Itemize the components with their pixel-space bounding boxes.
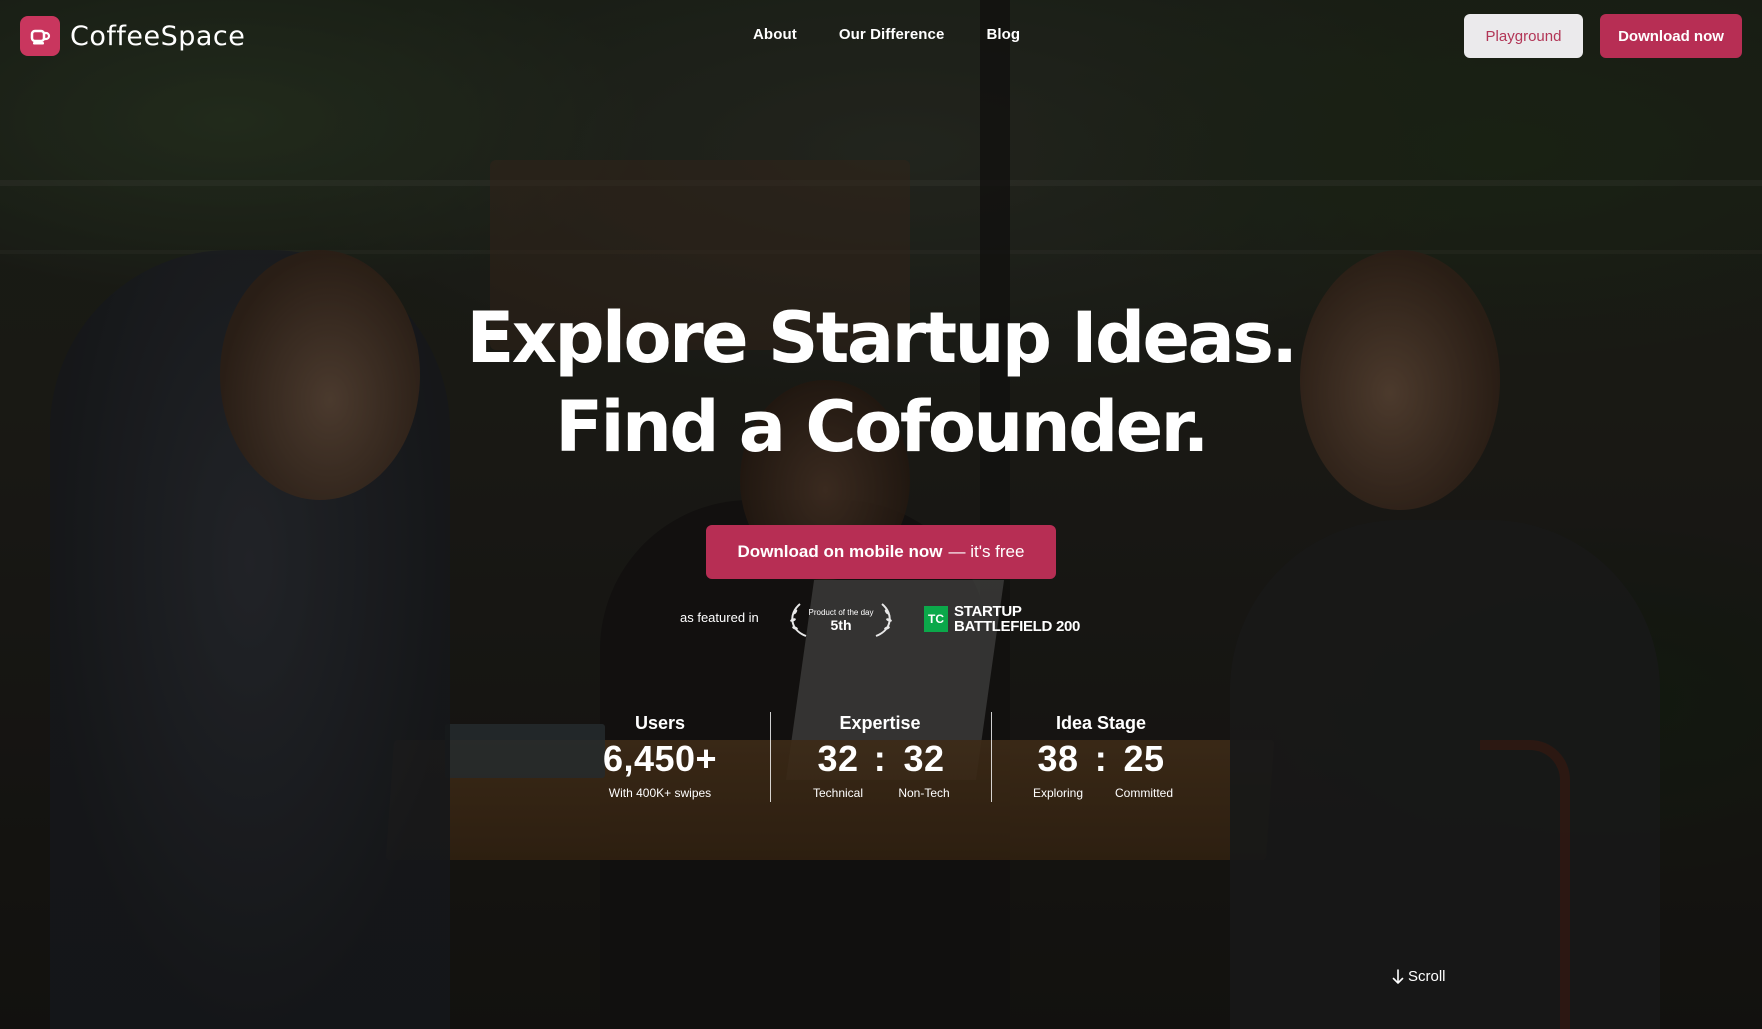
hero-headline-line1: Explore Startup Ideas.	[466, 297, 1298, 379]
featured-in-strip: as featured in Product of the day 5th TC…	[0, 600, 1762, 650]
brand-name: CoffeeSpace	[70, 20, 246, 52]
award-rank: 5th	[830, 616, 852, 633]
cta-light-text: — it's free	[948, 542, 1025, 561]
techcrunch-logo-icon: TC	[924, 606, 948, 632]
main-nav: About Our Difference Blog	[753, 26, 1020, 43]
expertise-nontech-value: 32	[903, 738, 945, 779]
idea-stage-title: Idea Stage	[1055, 713, 1147, 733]
stats-row: Users 6,450+ With 400K+ swipes Expertise…	[0, 710, 1762, 810]
expertise-technical-value: 32	[817, 738, 859, 779]
brand-logo[interactable]: CoffeeSpace	[20, 16, 245, 56]
stats-divider	[770, 712, 771, 802]
arrow-down-icon	[1392, 968, 1404, 984]
users-sub: With 400K+ swipes	[608, 786, 712, 800]
nav-link-about[interactable]: About	[753, 26, 797, 43]
download-mobile-cta-button[interactable]: Download on mobile now — it's free	[706, 525, 1056, 579]
expertise-title: Expertise	[839, 713, 921, 733]
nav-link-our-difference[interactable]: Our Difference	[839, 26, 945, 43]
idea-stage-exploring-label: Exploring	[1032, 786, 1084, 800]
tc-line1: STARTUP	[954, 603, 1022, 620]
expertise-nontech-label: Non-Tech	[898, 786, 950, 800]
users-title: Users	[634, 713, 686, 733]
idea-stage-exploring-value: 38	[1037, 738, 1079, 779]
product-of-the-day-badge: Product of the day 5th	[786, 600, 896, 640]
cta-strong-text: Download on mobile now	[737, 542, 943, 561]
scroll-label: Scroll	[1408, 968, 1446, 985]
site-header: CoffeeSpace About Our Difference Blog Pl…	[0, 0, 1762, 72]
coffee-cup-icon	[20, 16, 60, 56]
award-caption: Product of the day	[808, 607, 874, 617]
idea-stage-committed-label: Committed	[1114, 786, 1173, 800]
nav-link-blog[interactable]: Blog	[986, 26, 1020, 43]
idea-stage-committed-value: 25	[1123, 738, 1165, 779]
users-value: 6,450+	[602, 738, 718, 779]
download-now-button[interactable]: Download now	[1600, 14, 1742, 58]
stats-divider	[991, 712, 992, 802]
hero-headline-line2: Find a Cofounder.	[555, 386, 1209, 468]
expertise-technical-label: Technical	[812, 786, 864, 800]
featured-label: as featured in	[680, 610, 759, 625]
tc-line2: BATTLEFIELD 200	[954, 618, 1081, 635]
scroll-hint[interactable]: Scroll	[1392, 968, 1446, 985]
techcrunch-battlefield-badge: TC STARTUP BATTLEFIELD 200	[924, 604, 1080, 634]
playground-button[interactable]: Playground	[1464, 14, 1583, 58]
hero-background-photo	[0, 0, 1762, 1029]
